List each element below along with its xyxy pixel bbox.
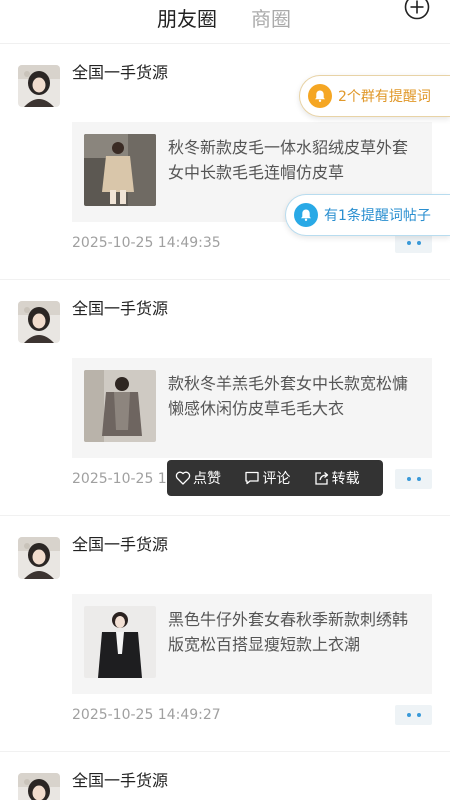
post-description: 款秋冬羊羔毛外套女中长款宽松慵懒感休闲仿皮草毛毛大衣 xyxy=(168,374,409,418)
post-thumbnail[interactable] xyxy=(84,134,156,206)
bell-icon xyxy=(294,203,318,227)
dot-icon xyxy=(416,477,421,481)
dot-icon xyxy=(416,241,421,245)
comment-button[interactable]: 评论 xyxy=(244,460,313,496)
post-username[interactable]: 全国一手货源 xyxy=(72,770,168,792)
post-username[interactable]: 全国一手货源 xyxy=(72,534,168,556)
heart-icon xyxy=(175,471,191,485)
post-thumbnail[interactable] xyxy=(84,370,156,442)
post-timestamp: 2025-10-25 14:49:27 xyxy=(72,707,221,723)
share-label: 转载 xyxy=(331,471,360,487)
group-reminder-pill[interactable]: 2个群有提醒词 xyxy=(299,75,450,117)
more-actions-button[interactable] xyxy=(395,233,432,253)
post-username[interactable]: 全国一手货源 xyxy=(72,62,168,84)
feed-post: 全国一手货源 xyxy=(0,752,450,800)
like-label: 点赞 xyxy=(193,471,221,487)
avatar[interactable] xyxy=(18,65,60,107)
post-reminder-pill[interactable]: 有1条提醒词帖子 xyxy=(285,194,450,236)
more-actions-button[interactable] xyxy=(395,705,432,725)
post-description: 秋冬新款皮毛一体水貂绒皮草外套女中长款毛毛连帽仿皮草 xyxy=(168,138,409,182)
group-reminder-text: 2个群有提醒词 xyxy=(338,89,431,105)
dot-icon xyxy=(406,241,411,245)
avatar[interactable] xyxy=(18,537,60,579)
more-actions-button[interactable] xyxy=(395,469,432,489)
avatar[interactable] xyxy=(18,773,60,800)
post-card[interactable]: 黑色牛仔外套女春秋季新款刺绣韩版宽松百搭显瘦短款上衣潮 xyxy=(72,594,432,694)
post-action-popover: 点赞 评论 转载 xyxy=(167,460,383,496)
post-description: 黑色牛仔外套女春秋季新款刺绣韩版宽松百搭显瘦短款上衣潮 xyxy=(168,610,409,654)
dot-icon xyxy=(406,713,411,717)
post-thumbnail[interactable] xyxy=(84,606,156,678)
dot-icon xyxy=(416,713,421,717)
avatar[interactable] xyxy=(18,301,60,343)
comment-icon xyxy=(245,471,259,485)
dot-icon xyxy=(406,477,411,481)
top-bar: 朋友圈 商圈 xyxy=(0,0,450,44)
post-card[interactable]: 款秋冬羊羔毛外套女中长款宽松慵懒感休闲仿皮草毛毛大衣 xyxy=(72,358,432,458)
like-button[interactable]: 点赞 xyxy=(175,460,244,496)
plus-circle-icon[interactable] xyxy=(404,0,430,20)
tab-business-circle[interactable]: 商圈 xyxy=(251,6,291,32)
post-reminder-text: 有1条提醒词帖子 xyxy=(324,208,431,224)
bell-icon xyxy=(308,84,332,108)
post-username[interactable]: 全国一手货源 xyxy=(72,298,168,320)
feed-list: 全国一手货源 秋冬新款皮毛一体水貂绒皮草外套女中长款毛毛连帽仿皮草 2025-1… xyxy=(0,44,450,800)
feed-post: 全国一手货源 黑色牛仔外套女春秋季新款刺绣韩版宽松百搭显瘦短款上衣潮 2025-… xyxy=(0,516,450,752)
post-timestamp: 2025-10-25 14:49:35 xyxy=(72,235,221,251)
comment-label: 评论 xyxy=(262,471,291,487)
tab-moments[interactable]: 朋友圈 xyxy=(157,6,217,32)
share-button[interactable]: 转载 xyxy=(314,460,383,496)
share-icon xyxy=(315,472,328,485)
